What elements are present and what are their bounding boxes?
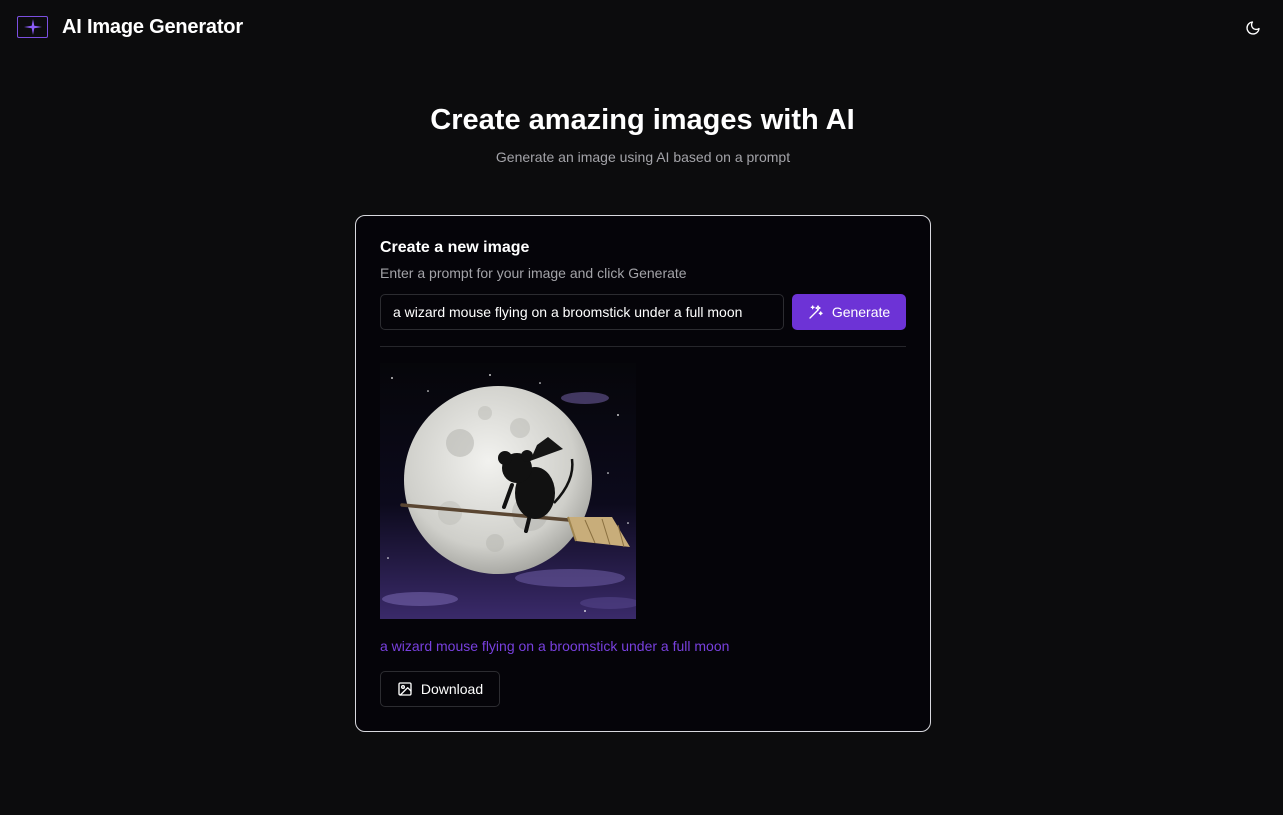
generated-image[interactable]	[380, 363, 636, 619]
top-bar: AI Image Generator	[0, 0, 1283, 56]
download-button[interactable]: Download	[380, 671, 500, 707]
download-button-label: Download	[420, 681, 484, 697]
app-title: AI Image Generator	[62, 16, 243, 38]
moon-icon	[1246, 21, 1260, 35]
generate-button-label: Generate	[831, 304, 891, 320]
theme-toggle-button[interactable]	[1240, 15, 1266, 41]
app-logo	[17, 16, 48, 38]
generate-button[interactable]: Generate	[792, 294, 906, 330]
sparkle-icon	[24, 19, 42, 35]
create-image-card: Create a new image Enter a prompt for yo…	[355, 215, 931, 732]
page-subtitle: Generate an image using AI based on a pr…	[495, 149, 791, 165]
page-title: Create amazing images with AI	[430, 104, 855, 136]
prompt-input[interactable]	[380, 294, 784, 330]
image-download-icon	[398, 682, 412, 696]
image-caption: a wizard mouse flying on a broomstick un…	[380, 638, 730, 654]
card-title: Create a new image	[380, 239, 530, 256]
divider	[380, 346, 906, 347]
magic-wand-icon	[809, 305, 823, 319]
card-description: Enter a prompt for your image and click …	[380, 265, 687, 281]
